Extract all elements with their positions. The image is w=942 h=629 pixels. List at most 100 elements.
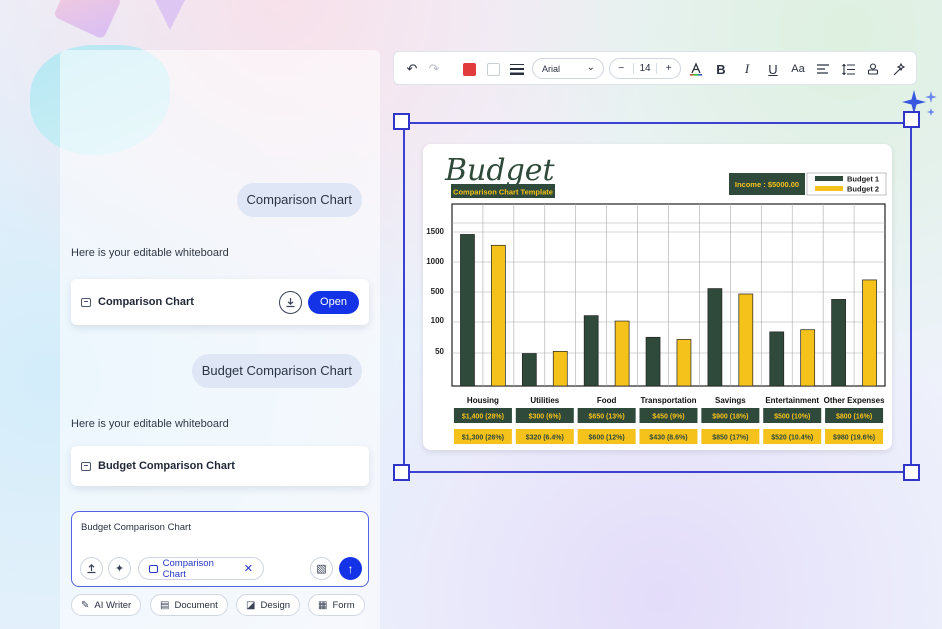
tool-label: AI Writer [94, 599, 132, 611]
bar-2 [552, 351, 568, 387]
value-label: $980 (19.6%) [833, 435, 875, 442]
card-title: Comparison Chart [98, 296, 194, 308]
font-name: Arial [542, 63, 561, 74]
bar-1 [521, 353, 537, 387]
value-label: $900 (18%) [712, 414, 748, 421]
magic-icon[interactable] [889, 52, 909, 86]
resize-handle-bottom-right[interactable] [903, 464, 920, 481]
design-button[interactable]: ◪ Design [236, 594, 301, 616]
resize-handle-bottom-left[interactable] [393, 464, 410, 481]
bar-1 [831, 299, 846, 387]
line-weight-icon[interactable] [508, 52, 526, 86]
value-label: $300 (6%) [529, 414, 561, 421]
value-label: $500 (10%) [774, 414, 810, 421]
close-icon[interactable]: ✕ [244, 562, 253, 575]
stamp-icon[interactable] [863, 52, 883, 86]
income-label: Income : $5000.00 [735, 180, 799, 189]
increase-size-button[interactable]: + [657, 63, 680, 74]
line-spacing-icon[interactable] [838, 52, 858, 86]
budget-chart-card[interactable]: Budget Comparison Chart Template Income : … [423, 144, 892, 450]
bar-2 [800, 329, 816, 387]
value-label: $430 (8.6%) [649, 435, 687, 442]
legend-label: Budget 2 [847, 185, 879, 194]
italic-icon[interactable]: I [737, 52, 757, 86]
value-label: $850 (17%) [712, 435, 748, 442]
image-icon: ▧ [316, 563, 327, 575]
context-chip[interactable]: Comparison Chart ✕ [138, 557, 264, 580]
value-label: $450 (9%) [652, 414, 684, 421]
tool-label: Document [174, 599, 218, 611]
tool-label: Design [260, 599, 291, 611]
align-left-icon[interactable] [813, 52, 833, 86]
bar-2 [491, 244, 506, 387]
whiteboard-card[interactable]: Comparison Chart Open [71, 279, 369, 325]
y-tick-label: 50 [435, 347, 444, 356]
bar-1 [645, 336, 661, 387]
redo-icon[interactable]: ↷ [424, 52, 444, 86]
whiteboard-icon [81, 297, 91, 307]
whiteboard-icon [81, 461, 91, 471]
ai-sparkle-button[interactable]: ✦ [108, 557, 131, 580]
case-icon[interactable]: Aa [788, 52, 808, 86]
chat-input-text[interactable]: Budget Comparison Chart [81, 522, 191, 533]
legend-swatch [815, 186, 843, 191]
legend-label: Budget 1 [847, 175, 879, 184]
resize-handle-top-right[interactable] [903, 111, 920, 128]
form-button[interactable]: ▦ Form [308, 594, 365, 616]
bar-1 [707, 288, 723, 387]
y-tick-label: 500 [431, 287, 445, 296]
category-label: Food [597, 396, 617, 405]
tool-label: Form [332, 599, 355, 611]
decrease-size-button[interactable]: − [610, 63, 633, 74]
font-size-value[interactable]: 14 [632, 63, 658, 74]
assistant-message: Here is your editable whiteboard [71, 418, 229, 430]
chip-label: Comparison Chart [162, 557, 214, 580]
value-label: $1,300 (26%) [462, 435, 504, 442]
upload-button[interactable] [80, 557, 103, 580]
y-tick-label: 100 [431, 316, 445, 325]
font-size-stepper[interactable]: − 14 + [609, 58, 681, 79]
whiteboard-card[interactable]: Budget Comparison Chart [71, 446, 369, 486]
send-button[interactable]: ↑ [339, 557, 362, 580]
category-label: Savings [715, 396, 746, 405]
chat-input[interactable]: Budget Comparison Chart ✦ Comparison Cha… [71, 511, 369, 587]
bar-2 [862, 279, 877, 387]
whiteboard-icon [149, 564, 158, 573]
chart-subtitle: Comparison Chart Template [453, 188, 553, 197]
upload-icon [87, 563, 96, 574]
open-button[interactable]: Open [308, 290, 359, 314]
document-button[interactable]: ▤ Document [150, 594, 228, 616]
document-icon: ▤ [160, 599, 170, 611]
decorative-triangle [150, 0, 190, 30]
resize-handle-top-left[interactable] [393, 113, 410, 130]
value-label: $520 (10.4%) [771, 435, 813, 442]
assistant-message: Here is your editable whiteboard [71, 247, 229, 259]
value-label: $650 (13%) [589, 414, 625, 421]
ai-writer-button[interactable]: ✎ AI Writer [71, 594, 142, 616]
pen-icon: ✎ [81, 599, 90, 611]
chevron-down-icon: ⌄ [586, 62, 595, 73]
bar-2 [676, 339, 692, 387]
bar-2 [614, 320, 630, 387]
stroke-color-button[interactable] [484, 52, 502, 86]
attachment-button[interactable]: ▧ [310, 557, 333, 580]
font-select[interactable]: Arial ⌄ [532, 58, 604, 79]
user-message: Comparison Chart [236, 183, 362, 217]
category-label: Housing [467, 396, 499, 405]
download-button[interactable] [279, 290, 302, 314]
text-color-icon[interactable] [686, 52, 706, 86]
fill-color-button[interactable] [460, 52, 478, 86]
category-label: Other Expenses [824, 396, 885, 405]
chart-title: Budget [444, 153, 556, 188]
category-label: Utilities [530, 396, 559, 405]
bold-icon[interactable]: B [711, 52, 731, 86]
underline-icon[interactable]: U [763, 52, 783, 86]
user-message: Budget Comparison Chart [191, 354, 362, 388]
value-label: $1,400 (28%) [462, 414, 504, 421]
undo-icon[interactable]: ↶ [402, 52, 422, 86]
arrow-up-icon: ↑ [347, 561, 354, 576]
fill-color-swatch [462, 62, 476, 76]
bar-1 [460, 234, 475, 387]
format-toolbar: ↶ ↷ Arial ⌄ − 14 + B I U Aa [393, 51, 917, 85]
chat-panel: Comparison Chart Here is your editable w… [60, 50, 380, 629]
